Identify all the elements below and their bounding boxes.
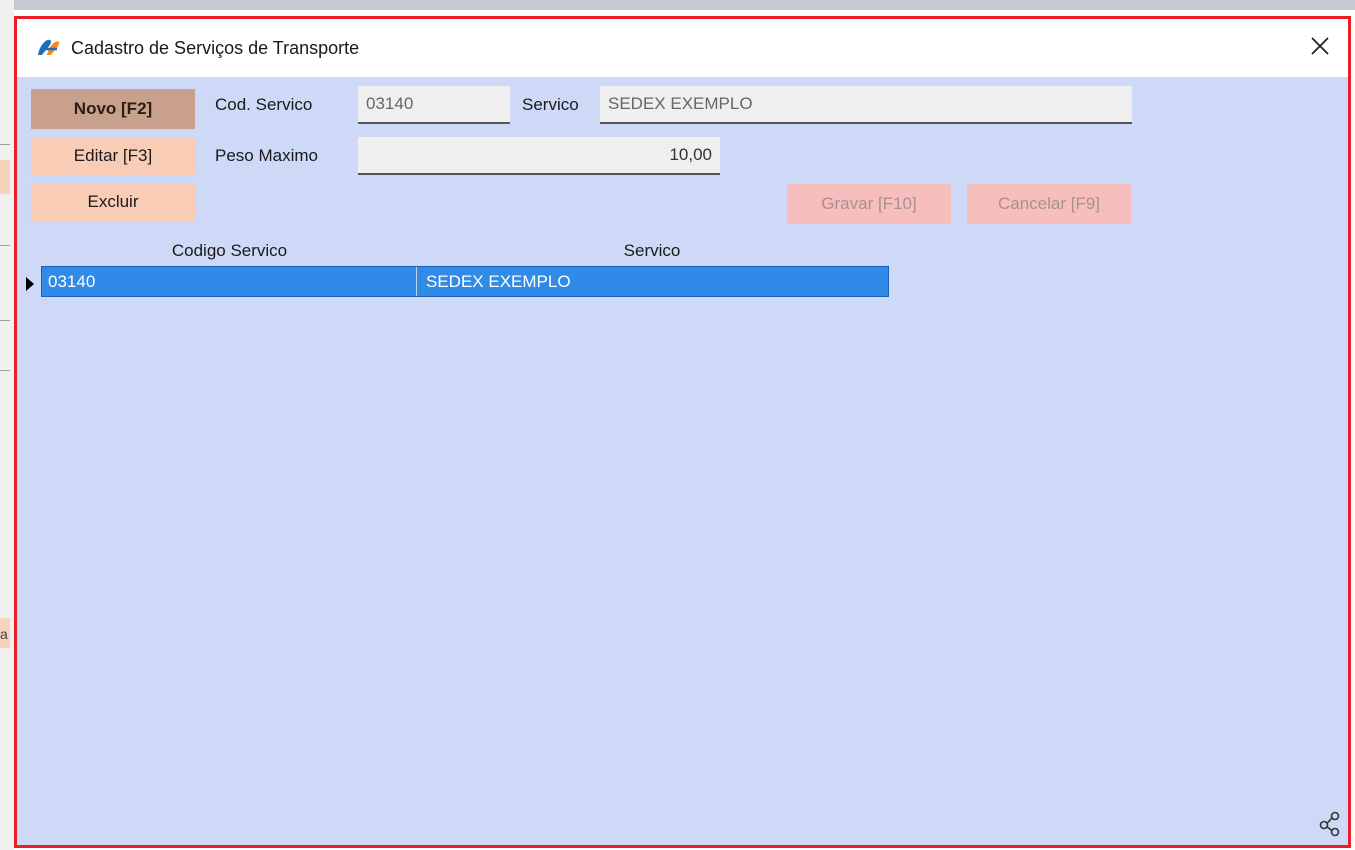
background-text-fragment: a [0, 626, 8, 642]
close-icon [1311, 37, 1329, 55]
max-weight-label: Peso Maximo [215, 146, 318, 165]
background-window-strip [0, 0, 1355, 10]
service-name-label: Servico [522, 95, 579, 114]
background-window-fragment: a [0, 0, 14, 850]
window-title: Cadastro de Serviços de Transporte [71, 38, 360, 58]
close-button[interactable] [1306, 31, 1334, 61]
table-cell-service-code[interactable]: 03140 [42, 267, 417, 296]
new-button[interactable]: Novo [F2] [31, 89, 195, 129]
background-divider [0, 144, 10, 145]
table-row[interactable]: 03140 SEDEX EXEMPLO [41, 266, 889, 297]
grid-header-service[interactable]: Servico [417, 241, 887, 261]
save-button[interactable]: Gravar [F10] [787, 184, 951, 224]
delete-button[interactable]: Excluir [31, 183, 195, 221]
cancel-button[interactable]: Cancelar [F9] [967, 184, 1131, 224]
background-divider [0, 320, 10, 321]
service-code-label: Cod. Servico [215, 95, 313, 114]
background-divider [0, 245, 10, 246]
background-button-fragment [0, 160, 10, 194]
transport-services-dialog: Cadastro de Serviços de Transporte Novo … [14, 16, 1351, 848]
service-code-field[interactable]: 03140 [358, 86, 510, 124]
service-name-field[interactable]: SEDEX EXEMPLO [600, 86, 1132, 124]
title-bar: Cadastro de Serviços de Transporte [17, 19, 1348, 77]
app-logo-icon [38, 39, 60, 55]
table-cell-service[interactable]: SEDEX EXEMPLO [418, 267, 888, 296]
row-indicator-icon [26, 277, 34, 291]
grid-header-service-code[interactable]: Codigo Servico [43, 241, 416, 261]
edit-button[interactable]: Editar [F3] [31, 137, 195, 175]
max-weight-field[interactable]: 10,00 [358, 137, 720, 175]
share-icon[interactable] [1318, 811, 1342, 837]
background-divider [0, 370, 10, 371]
